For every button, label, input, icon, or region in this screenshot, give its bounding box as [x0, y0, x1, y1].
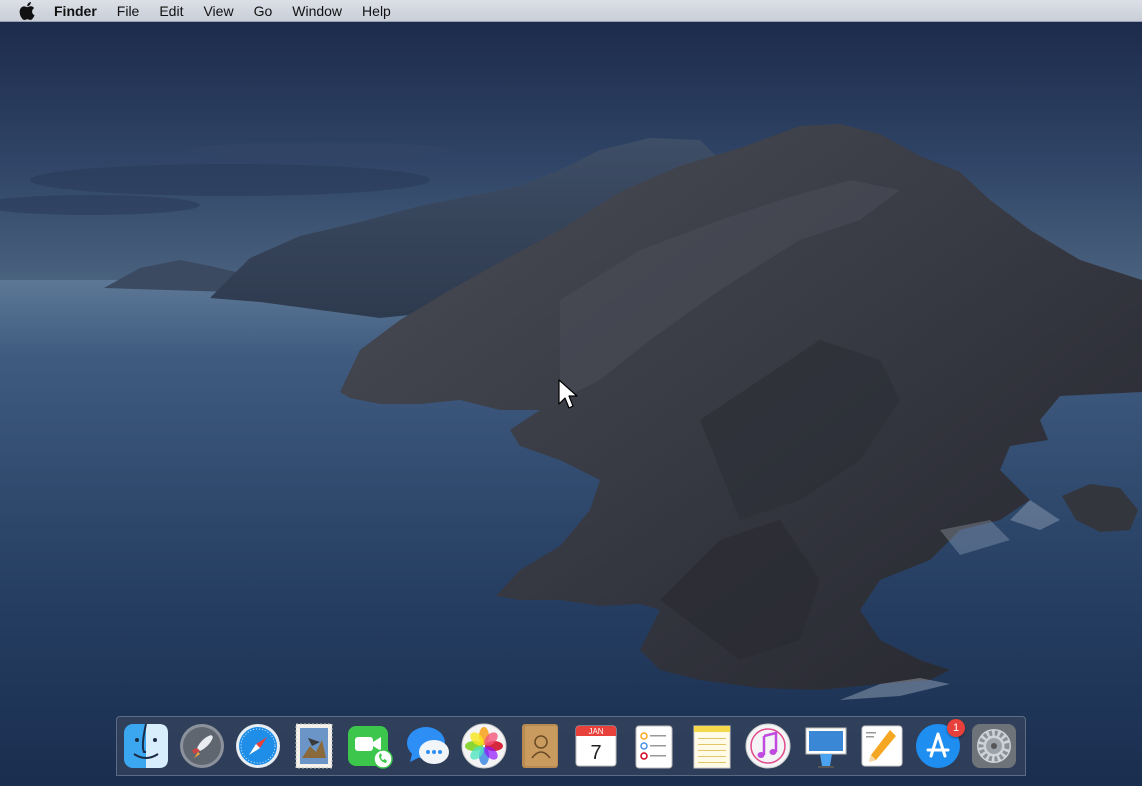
pen-icon	[861, 725, 903, 767]
calendar-day: 7	[590, 742, 601, 764]
dock-item-contacts[interactable]	[516, 722, 564, 770]
dock-item-keynote[interactable]	[802, 722, 850, 770]
menu-window[interactable]: Window	[292, 0, 342, 22]
stamp-icon	[295, 723, 333, 769]
app-store-update-badge: 1	[947, 719, 965, 737]
notepad-icon	[693, 725, 731, 769]
dock-item-reminders[interactable]	[630, 722, 678, 770]
desktop: Finder File Edit View Go Window Help JAN…	[0, 0, 1142, 786]
address-book-icon	[522, 724, 558, 768]
dock-item-calendar[interactable]: JAN 7	[572, 722, 620, 770]
dock-item-app-store[interactable]: 1	[914, 719, 965, 770]
flower-icon	[461, 723, 507, 769]
dock-item-launchpad[interactable]	[178, 722, 226, 770]
gear-icon	[972, 724, 1016, 768]
dock-item-mail[interactable]	[290, 722, 338, 770]
dock-item-itunes[interactable]	[744, 722, 792, 770]
menu-edit[interactable]: Edit	[159, 0, 183, 22]
finder-icon	[124, 723, 168, 768]
dock-item-pages[interactable]	[858, 722, 906, 770]
apple-logo-icon[interactable]	[18, 1, 36, 20]
video-camera-icon	[348, 726, 393, 769]
mouse-pointer-icon	[558, 379, 578, 409]
dock-item-messages[interactable]	[404, 722, 452, 770]
dock-item-notes[interactable]	[688, 722, 736, 770]
dock-item-finder[interactable]	[122, 722, 170, 770]
menu-view[interactable]: View	[203, 0, 233, 22]
menu-help[interactable]: Help	[362, 0, 391, 22]
menu-bar: Finder File Edit View Go Window Help	[0, 0, 1142, 22]
compass-icon	[236, 724, 280, 768]
menu-app-name[interactable]: Finder	[54, 0, 97, 22]
dock-item-safari[interactable]	[234, 722, 282, 770]
speech-bubble-icon	[407, 727, 449, 764]
dock-item-facetime[interactable]	[346, 722, 394, 770]
checklist-icon	[635, 725, 673, 769]
menu-go[interactable]: Go	[254, 0, 273, 22]
dock-item-system-preferences[interactable]	[970, 722, 1018, 770]
lectern-icon	[805, 727, 847, 768]
calendar-icon: JAN 7	[575, 725, 617, 767]
rocket-icon	[180, 724, 224, 768]
music-note-icon	[745, 723, 791, 769]
calendar-month: JAN	[588, 727, 603, 736]
menu-file[interactable]: File	[117, 0, 140, 22]
dock-item-photos[interactable]	[460, 722, 508, 770]
